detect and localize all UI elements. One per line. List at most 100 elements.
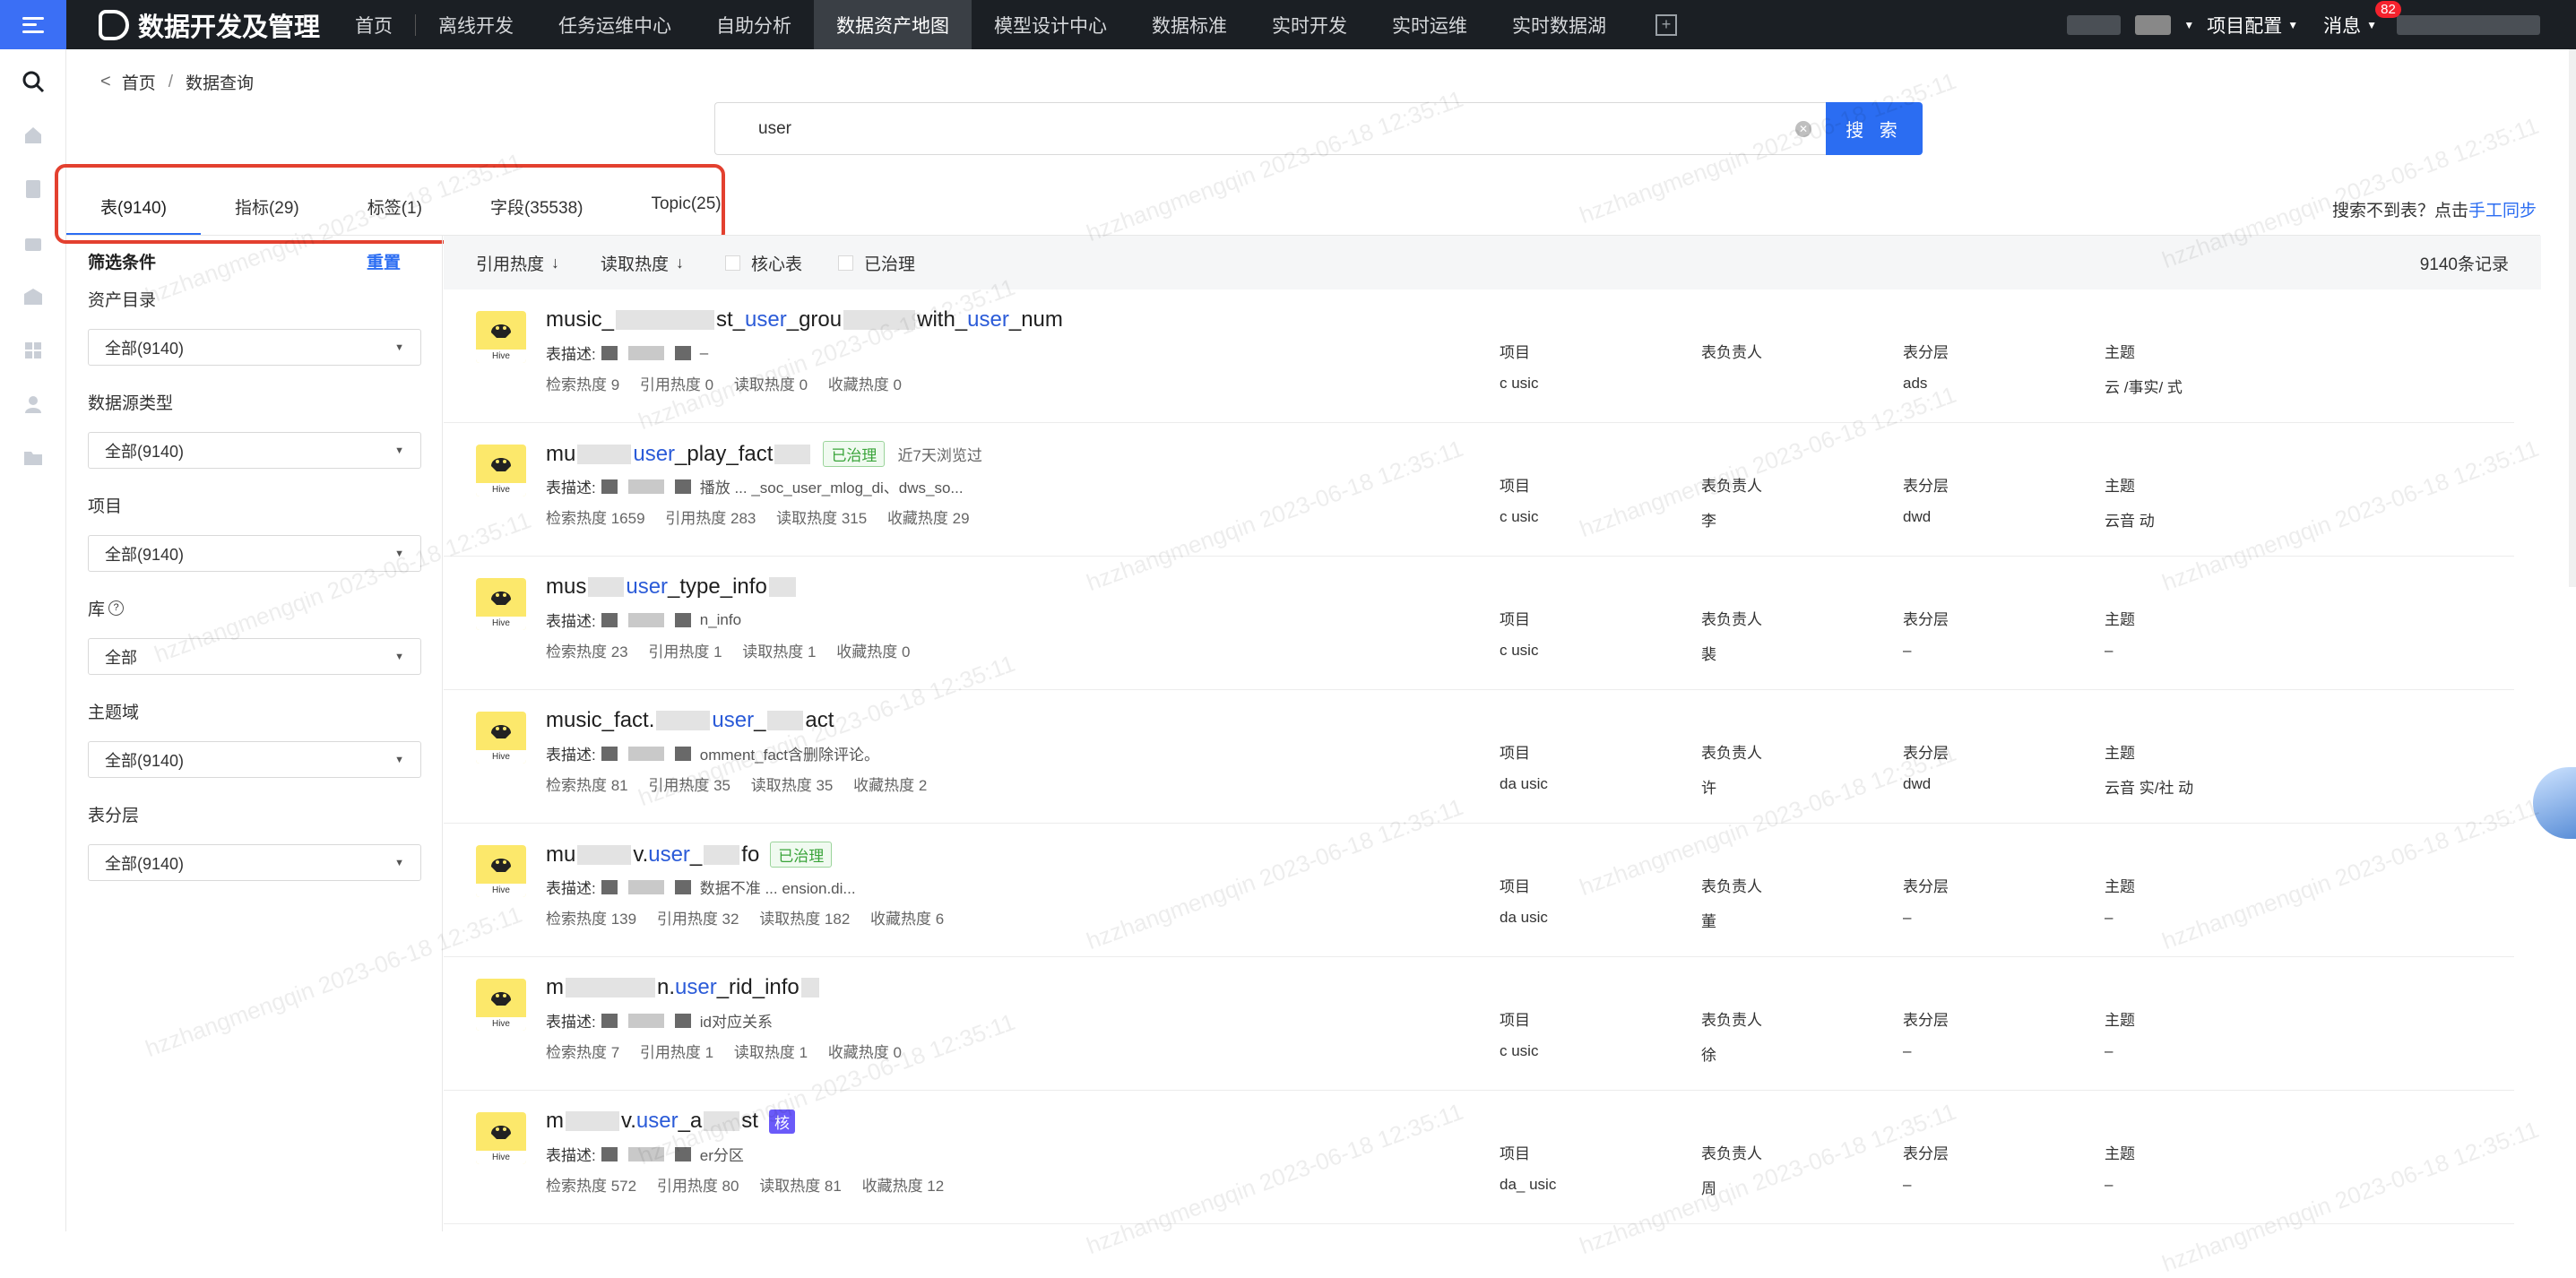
redacted-block (704, 844, 740, 865)
clear-icon[interactable]: ✕ (1795, 121, 1811, 137)
nav-item-model-design[interactable]: 模型设计中心 (972, 0, 1129, 49)
meta-value: da_ usic (1500, 1176, 1557, 1193)
chevron-down-icon[interactable]: ▼ (2183, 19, 2194, 31)
filter-select-db[interactable]: 全部 ▼ (88, 638, 421, 675)
table-row[interactable]: Hive mu user _play_fact 已治理 近7天浏览过 表描述: (444, 423, 2514, 557)
fav-heat: 收藏热度 0 (836, 643, 911, 661)
scrollbar[interactable] (2569, 49, 2576, 587)
table-name[interactable]: mu user _play_fact 已治理 近7天浏览过 (546, 441, 982, 467)
hive-badge: Hive (476, 311, 526, 363)
core-table-checkbox[interactable]: 核心表 (725, 251, 802, 275)
redacted-block (627, 879, 664, 894)
filter-select-domain[interactable]: 全部(9140) ▼ (88, 741, 421, 778)
table-row[interactable]: Hive music_fact. user _ act 表描述: omment_… (444, 690, 2514, 824)
nav-item-self-analysis[interactable]: 自助分析 (694, 0, 814, 49)
table-row[interactable]: Hive m n. user _rid_info 表描述: id对应关系 检索热… (444, 957, 2514, 1091)
table-row[interactable]: Hive mus user _type_info 表描述: n_info 检索热… (444, 557, 2514, 690)
search-input[interactable]: user ✕ (714, 102, 1826, 155)
bag-icon[interactable] (21, 230, 46, 255)
nav-item-realtime-dev[interactable]: 实时开发 (1249, 0, 1370, 49)
table-row[interactable]: Hive music_ st_ user _grou with_ user _n… (444, 289, 2514, 423)
table-name-part: n. (657, 975, 676, 999)
match-highlight: user (648, 842, 690, 867)
account-blurred[interactable] (2397, 14, 2540, 35)
redacted-block (627, 1146, 664, 1161)
search-button[interactable]: 搜 索 (1826, 102, 1923, 155)
folder-icon[interactable] (21, 445, 46, 471)
table-name[interactable]: mus user _type_info (546, 574, 798, 600)
redacted-block (674, 1013, 691, 1028)
caret-down-icon: ▼ (394, 857, 404, 868)
heat-metrics: 检索热度 572 引用热度 80 读取热度 81 收藏热度 12 (546, 1173, 960, 1196)
manual-sync-link[interactable]: 手工同步 (2468, 202, 2537, 220)
messages-menu[interactable]: 消息 ▼ 82 (2323, 0, 2401, 39)
app-logo-icon (99, 9, 129, 40)
table-name[interactable]: m v. user _a st 核 (546, 1109, 795, 1134)
caret-down-icon: ▼ (394, 445, 404, 456)
filter-select-catalog[interactable]: 全部(9140) ▼ (88, 329, 421, 366)
menu-toggle-button[interactable] (0, 0, 66, 49)
home-icon[interactable] (21, 123, 46, 148)
select-value: 全部(9140) (105, 854, 185, 873)
nav-item-offline-dev[interactable]: 离线开发 (416, 0, 536, 49)
meta-key: 表分层 (1903, 344, 1949, 361)
grid-icon[interactable] (21, 338, 46, 363)
meta-key: 表负责人 (1701, 1145, 1762, 1162)
tab-labels[interactable]: 标签(1) (333, 184, 456, 236)
nav-item-task-ops[interactable]: 任务运维中心 (536, 0, 694, 49)
table-name[interactable]: m n. user _rid_info (546, 975, 821, 1000)
user-icon[interactable] (21, 392, 46, 417)
nav-item-realtime-lake[interactable]: 实时数据湖 (1490, 0, 1629, 49)
document-icon[interactable] (21, 177, 46, 202)
bank-icon[interactable] (21, 284, 46, 309)
meta-subject: 主题 – (2105, 607, 2306, 664)
breadcrumb-home[interactable]: 首页 (122, 70, 156, 94)
table-row[interactable]: Hive mu v. user _ fo 已治理 表描述: 数据不准 ... e… (444, 824, 2514, 957)
hive-badge: Hive (476, 979, 526, 1031)
table-name[interactable]: music_fact. user _ act (546, 708, 834, 733)
help-icon[interactable]: ? (108, 600, 125, 616)
read-heat: 读取热度 182 (759, 911, 851, 928)
table-name[interactable]: music_ st_ user _grou with_ user _num (546, 307, 1063, 332)
filter-reset-button[interactable]: 重置 (367, 249, 401, 273)
redacted-block (566, 1111, 619, 1131)
table-row[interactable]: Hive m v. user _a st 核 表描述: er分区 检索热度 57… (444, 1091, 2514, 1224)
nav-item-realtime-ops[interactable]: 实时运维 (1370, 0, 1490, 49)
meta-value: 云 /事实/ 式 (2105, 379, 2183, 396)
nav-item-data-asset-map[interactable]: 数据资产地图 (814, 0, 972, 49)
nav-item-data-standard[interactable]: 数据标准 (1129, 0, 1249, 49)
filter-select-layer[interactable]: 全部(9140) ▼ (88, 844, 421, 881)
meta-value: dwd (1903, 508, 1932, 525)
back-arrow-icon[interactable]: < (100, 72, 111, 92)
tab-metrics[interactable]: 指标(29) (201, 184, 333, 236)
sort-ref-heat[interactable]: 引用热度 ↓ (476, 251, 559, 275)
meta-key: 表负责人 (1701, 478, 1762, 495)
redacted-block (601, 746, 618, 761)
project-config-menu[interactable]: 项目配置 ▼ (2207, 12, 2298, 39)
tab-topic[interactable]: Topic(25) (617, 184, 755, 236)
meta-key: 主题 (2105, 344, 2135, 361)
user-blurred[interactable] (2067, 14, 2122, 35)
meta-key: 项目 (1500, 344, 1530, 361)
data-search-icon[interactable] (21, 69, 46, 94)
meta-value: c usic (1500, 1042, 1539, 1059)
project-blurred[interactable] (2135, 14, 2172, 35)
meta-project: 项目 c usic (1500, 1007, 1701, 1065)
filter-select-source-type[interactable]: 全部(9140) ▼ (88, 432, 421, 469)
sort-read-heat[interactable]: 读取热度 ↓ (601, 251, 684, 275)
app-brand[interactable]: 数据开发及管理 (99, 6, 320, 44)
redacted-block (674, 345, 691, 360)
redacted-block (601, 1013, 618, 1028)
hive-bee-icon (491, 324, 511, 338)
redacted-block (601, 612, 618, 627)
filter-select-project[interactable]: 全部(9140) ▼ (88, 535, 421, 572)
governed-checkbox[interactable]: 已治理 (838, 251, 915, 275)
table-name[interactable]: mu v. user _ fo 已治理 (546, 842, 833, 868)
tab-tables[interactable]: 表(9140) (66, 184, 201, 236)
assistant-avatar[interactable] (2533, 767, 2576, 839)
caret-down-icon: ▼ (394, 548, 404, 559)
add-shortcut-icon[interactable]: + (1655, 13, 1678, 36)
search-heat: 检索热度 9 (546, 376, 620, 393)
nav-item-home[interactable]: 首页 (333, 0, 415, 49)
tab-fields[interactable]: 字段(35538) (456, 184, 618, 236)
